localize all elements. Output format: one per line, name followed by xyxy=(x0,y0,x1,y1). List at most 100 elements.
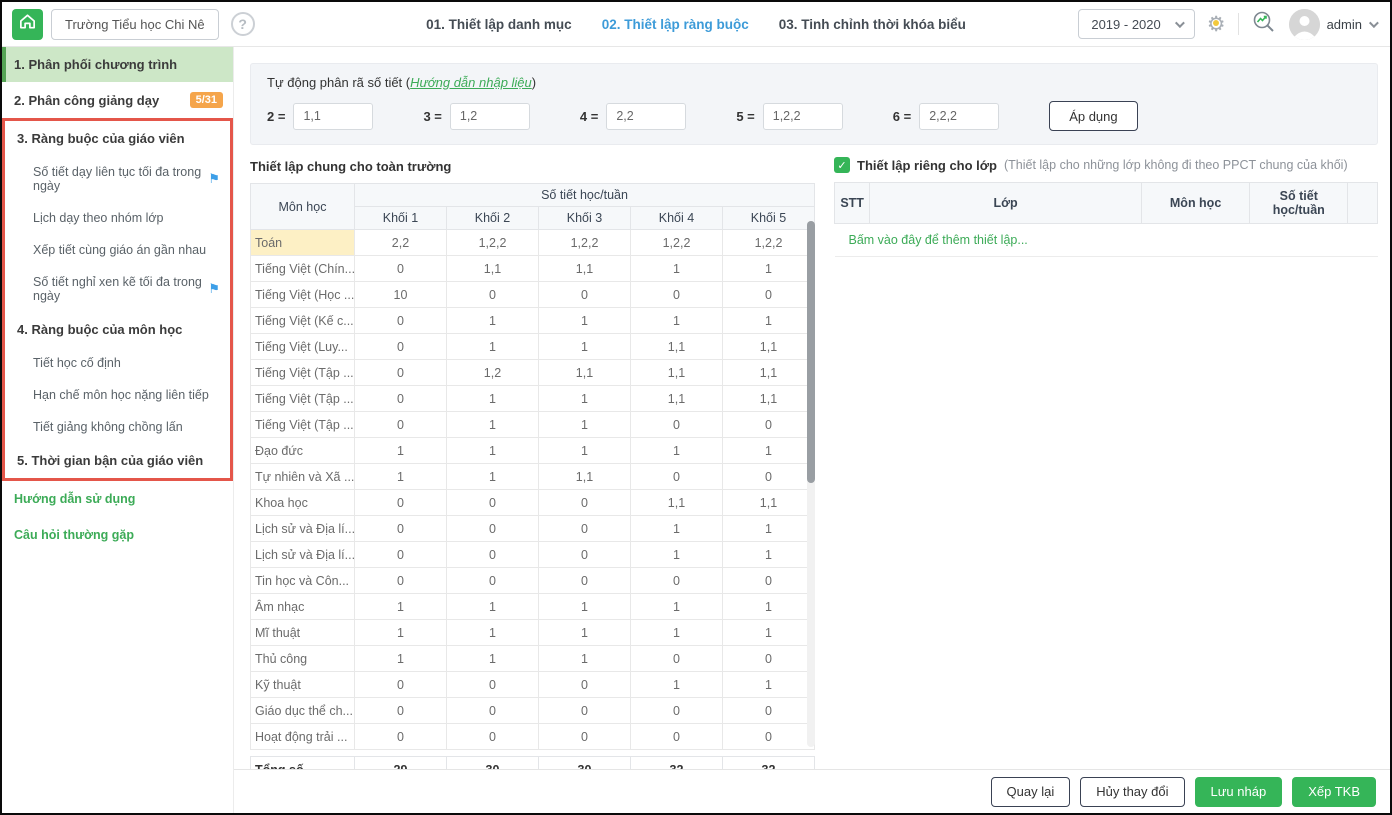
value-cell[interactable]: 1 xyxy=(630,593,723,620)
value-cell[interactable]: 1 xyxy=(446,437,539,464)
school-name-button[interactable]: Trường Tiểu học Chi Nê xyxy=(51,8,219,40)
value-cell[interactable]: 1 xyxy=(538,411,631,438)
value-cell[interactable]: 0 xyxy=(354,671,447,698)
sidebar-item[interactable]: 2. Phân công giảng dạy 5/31 xyxy=(2,82,233,118)
decompose-input[interactable] xyxy=(293,102,374,130)
value-cell[interactable]: 0 xyxy=(354,411,447,438)
value-cell[interactable]: 1 xyxy=(446,385,539,412)
tab-item[interactable]: 03. Tinh chỉnh thời khóa biểu xyxy=(779,17,966,32)
value-cell[interactable]: 1 xyxy=(446,307,539,334)
help-icon[interactable]: ? xyxy=(230,12,255,36)
value-cell[interactable]: 0 xyxy=(722,281,815,308)
decompose-input[interactable] xyxy=(919,102,1000,130)
value-cell[interactable]: 1 xyxy=(538,437,631,464)
value-cell[interactable]: 0 xyxy=(354,567,447,594)
sidebar-item[interactable]: 3. Ràng buộc của giáo viên xyxy=(5,121,230,156)
value-cell[interactable]: 1,1 xyxy=(722,385,815,412)
value-cell[interactable]: 1 xyxy=(630,671,723,698)
value-cell[interactable]: 1 xyxy=(722,619,815,646)
settings-gear-icon[interactable]: ⚙ xyxy=(1207,14,1226,35)
value-cell[interactable]: 0 xyxy=(446,567,539,594)
school-year-select[interactable]: 2019 - 2020 xyxy=(1078,9,1195,39)
value-cell[interactable]: 1,2,2 xyxy=(538,229,631,256)
decompose-input[interactable] xyxy=(606,102,687,130)
value-cell[interactable]: 1 xyxy=(354,645,447,672)
value-cell[interactable]: 0 xyxy=(354,333,447,360)
sidebar-item[interactable]: 5. Thời gian bận của giáo viên xyxy=(5,443,230,478)
value-cell[interactable]: 0 xyxy=(630,645,723,672)
value-cell[interactable]: 0 xyxy=(630,463,723,490)
value-cell[interactable]: 0 xyxy=(538,489,631,516)
sidebar-item[interactable]: Số tiết dạy liên tục tối đa trong ngày ⚑ xyxy=(5,156,230,202)
value-cell[interactable]: 0 xyxy=(538,281,631,308)
value-cell[interactable]: 1 xyxy=(446,645,539,672)
sidebar-item[interactable]: Tiết giảng không chồng lấn xyxy=(5,411,230,443)
value-cell[interactable]: 1,1 xyxy=(630,359,723,386)
value-cell[interactable]: 1 xyxy=(538,593,631,620)
value-cell[interactable]: 0 xyxy=(722,567,815,594)
value-cell[interactable]: 1 xyxy=(354,463,447,490)
value-cell[interactable]: 1 xyxy=(354,619,447,646)
decompose-input[interactable] xyxy=(449,102,530,130)
sidebar-link[interactable]: Câu hỏi thường gặp xyxy=(2,517,233,553)
value-cell[interactable]: 0 xyxy=(354,723,447,750)
value-cell[interactable]: 0 xyxy=(354,697,447,724)
secondary-action-button[interactable]: Quay lại xyxy=(990,776,1071,807)
zoom-tool-icon[interactable] xyxy=(1251,9,1277,40)
value-cell[interactable]: 0 xyxy=(630,411,723,438)
value-cell[interactable]: 10 xyxy=(354,281,447,308)
value-cell[interactable]: 1,2 xyxy=(446,359,539,386)
value-cell[interactable]: 0 xyxy=(630,697,723,724)
value-cell[interactable]: 1 xyxy=(722,515,815,542)
value-cell[interactable]: 0 xyxy=(354,359,447,386)
value-cell[interactable]: 1 xyxy=(354,593,447,620)
value-cell[interactable]: 1 xyxy=(538,619,631,646)
sidebar-item[interactable]: Hạn chế môn học nặng liên tiếp xyxy=(5,379,230,411)
value-cell[interactable]: 0 xyxy=(446,697,539,724)
table-scrollbar[interactable] xyxy=(807,221,815,747)
sidebar-item[interactable]: Xếp tiết cùng giáo án gần nhau xyxy=(5,234,230,266)
value-cell[interactable]: 1,1 xyxy=(722,489,815,516)
value-cell[interactable]: 1 xyxy=(446,463,539,490)
value-cell[interactable]: 0 xyxy=(722,411,815,438)
value-cell[interactable]: 0 xyxy=(630,567,723,594)
value-cell[interactable]: 0 xyxy=(354,515,447,542)
tab-item[interactable]: 01. Thiết lập danh mục xyxy=(426,17,572,32)
primary-action-button[interactable]: Xếp TKB xyxy=(1292,776,1376,807)
value-cell[interactable]: 1 xyxy=(538,333,631,360)
value-cell[interactable]: 0 xyxy=(722,645,815,672)
value-cell[interactable]: 1 xyxy=(722,593,815,620)
value-cell[interactable]: 0 xyxy=(446,541,539,568)
value-cell[interactable]: 1,2,2 xyxy=(446,229,539,256)
value-cell[interactable]: 1 xyxy=(538,307,631,334)
user-menu[interactable]: admin xyxy=(1288,8,1379,40)
value-cell[interactable]: 1,1 xyxy=(446,255,539,282)
value-cell[interactable]: 0 xyxy=(538,515,631,542)
value-cell[interactable]: 1 xyxy=(446,333,539,360)
value-cell[interactable]: 0 xyxy=(538,541,631,568)
value-cell[interactable]: 0 xyxy=(354,489,447,516)
decompose-input[interactable] xyxy=(762,102,843,130)
per-class-checkbox[interactable]: ✓ xyxy=(834,157,850,173)
value-cell[interactable]: 0 xyxy=(722,463,815,490)
value-cell[interactable]: 0 xyxy=(446,281,539,308)
value-cell[interactable]: 0 xyxy=(354,255,447,282)
value-cell[interactable]: 1,1 xyxy=(538,463,631,490)
value-cell[interactable]: 1 xyxy=(630,255,723,282)
value-cell[interactable]: 0 xyxy=(446,515,539,542)
value-cell[interactable]: 1 xyxy=(722,541,815,568)
sidebar-item[interactable]: 1. Phân phối chương trình xyxy=(2,47,233,82)
value-cell[interactable]: 1 xyxy=(630,437,723,464)
value-cell[interactable]: 0 xyxy=(446,489,539,516)
value-cell[interactable]: 1 xyxy=(630,541,723,568)
add-class-setting-link[interactable]: Bấm vào đây để thêm thiết lập... xyxy=(834,223,1378,257)
value-cell[interactable]: 1,1 xyxy=(630,489,723,516)
value-cell[interactable]: 1,1 xyxy=(722,333,815,360)
value-cell[interactable]: 1 xyxy=(538,645,631,672)
apply-button[interactable]: Áp dụng xyxy=(1049,101,1138,131)
value-cell[interactable]: 2,2 xyxy=(354,229,447,256)
value-cell[interactable]: 0 xyxy=(538,697,631,724)
value-cell[interactable]: 0 xyxy=(722,697,815,724)
value-cell[interactable]: 1 xyxy=(354,437,447,464)
primary-action-button[interactable]: Lưu nháp xyxy=(1194,776,1283,807)
